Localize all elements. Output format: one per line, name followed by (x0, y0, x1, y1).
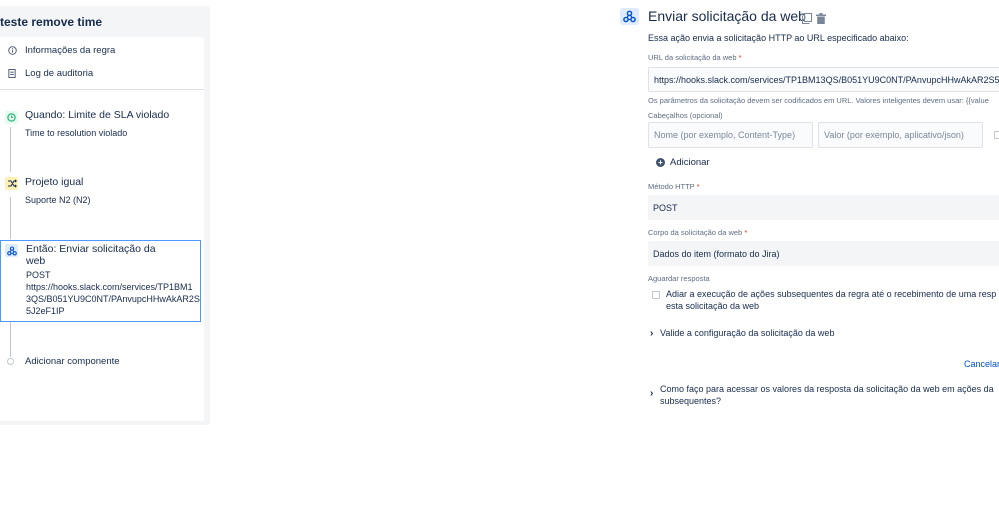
method-select[interactable]: POST (648, 195, 999, 220)
info-icon (7, 45, 17, 55)
trigger-subtitle: Time to resolution violado (25, 128, 128, 138)
action-url-line: 3QS/B051YU9C0NT/PAnvupcHHwAkAR2S (26, 294, 200, 304)
url-help-text: Os parâmetros da solicitação devem ser c… (648, 96, 989, 105)
log-icon (7, 68, 17, 78)
chevron-right-icon: › (650, 328, 654, 339)
add-component-button[interactable]: Adicionar componente (25, 356, 120, 367)
body-select[interactable]: Dados do item (formato do Jira) (648, 241, 999, 266)
chevron-right-icon: › (650, 388, 654, 399)
config-title: Enviar solicitação da web (648, 8, 806, 24)
header-secret-checkbox[interactable] (994, 131, 999, 139)
nav-rule-info[interactable]: Informações da regra (7, 42, 115, 58)
method-label: Método HTTP * (648, 182, 700, 191)
headers-label: Cabeçalhos (opcional) (648, 111, 723, 120)
validate-config-label: Valide a configuração da solicitação da … (660, 328, 835, 338)
connector-line (10, 322, 11, 357)
condition-title[interactable]: Projeto igual (25, 176, 83, 188)
nav-audit-log[interactable]: Log de auditoria (7, 65, 93, 81)
wait-response-text: Adiar a execução de ações subsequentes d… (666, 289, 997, 311)
connector-line (10, 197, 11, 239)
action-title-line2: web (26, 255, 46, 267)
validate-config-expander[interactable]: › Valide a configuração da solicitação d… (650, 328, 834, 339)
action-url-line: https://hooks.slack.com/services/TP1BM1 (26, 282, 193, 292)
url-input[interactable]: https://hooks.slack.com/services/TP1BM13… (648, 67, 999, 92)
header-name-input[interactable]: Nome (por exemplo, Content-Type) (648, 122, 813, 148)
clock-icon (5, 111, 18, 124)
nav-rule-info-label: Informações da regra (25, 44, 116, 56)
rule-sidebar: teste remove time Informações da regra L… (0, 6, 210, 425)
rule-title: teste remove time (0, 15, 103, 29)
cancel-button[interactable]: Cancelar (964, 359, 999, 369)
faq-label: Como faço para acessar os valores da res… (660, 384, 994, 406)
plus-icon: + (656, 158, 665, 167)
condition-subtitle: Suporte N2 (N2) (25, 195, 91, 205)
connector-line (10, 127, 11, 172)
trash-icon[interactable] (816, 11, 826, 29)
add-header-label: Adicionar (670, 157, 710, 168)
action-title-line1: Então: Enviar solicitação da (26, 243, 156, 255)
nav-audit-log-label: Log de auditoria (25, 67, 94, 79)
faq-expander[interactable]: › Como faço para acessar os valores da r… (650, 383, 994, 407)
add-header-button[interactable]: + Adicionar (656, 157, 710, 168)
wait-response-checkbox[interactable] (652, 291, 660, 299)
config-description: Essa ação envia a solicitação HTTP ao UR… (648, 33, 909, 43)
webhook-icon (620, 8, 639, 25)
action-method: POST (26, 270, 51, 280)
copy-icon[interactable] (802, 11, 812, 29)
action-component-selected[interactable]: Então: Enviar solicitação da web POST ht… (0, 240, 201, 322)
header-actions (802, 11, 826, 29)
wait-label: Aguardar resposta (648, 274, 710, 283)
body-label: Corpo da solicitação da web * (648, 228, 748, 237)
add-component-dot-icon (7, 358, 14, 365)
divider (0, 89, 204, 90)
webhook-icon (5, 244, 18, 257)
action-url-line: 5J2eF1IP (26, 306, 65, 316)
trigger-title[interactable]: Quando: Limite de SLA violado (25, 109, 169, 121)
header-value-input[interactable]: Valor (por exemplo, aplicativo/json) (818, 122, 983, 148)
url-label: URL da solicitação da web * (648, 53, 742, 62)
action-config-panel: Enviar solicitação da web Essa ação envi… (620, 0, 999, 527)
shuffle-icon (5, 177, 18, 190)
